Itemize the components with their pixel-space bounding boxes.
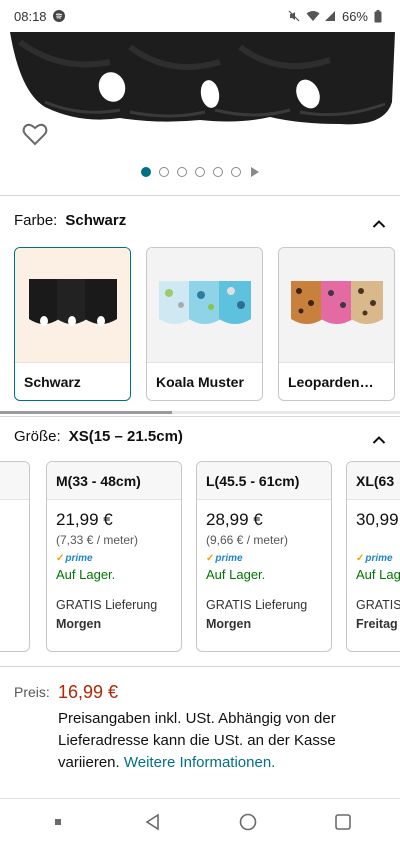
size-option-shipping: GRATIS Lieferung <box>56 598 158 612</box>
prime-badge: ✓ prime <box>56 553 93 564</box>
system-nav-bar <box>0 798 400 845</box>
size-label: Größe: <box>14 428 61 445</box>
color-thumbnail <box>15 248 130 363</box>
color-option-label: Koala Muster <box>147 362 262 400</box>
chevron-up-icon[interactable] <box>372 216 386 228</box>
color-selector-header[interactable]: Farbe: Schwarz <box>14 212 386 229</box>
prime-check-icon: ✓ <box>356 553 365 564</box>
mute-icon <box>288 10 300 22</box>
product-image[interactable] <box>0 32 400 190</box>
product-photo <box>10 32 395 125</box>
gallery-dot-6[interactable] <box>231 167 241 177</box>
battery-percent: 66% <box>341 8 368 24</box>
size-selected-value: XS(15 – 21.5cm) <box>68 428 183 445</box>
size-option-unit-price <box>356 533 400 547</box>
size-option-unit-price: (7,33 € / meter) <box>56 533 139 547</box>
size-option-header <box>0 462 29 500</box>
recents-icon[interactable] <box>332 811 354 833</box>
price-note: Preisangaben inkl. USt. Abhängig von der… <box>58 708 378 774</box>
spotify-icon <box>52 10 65 22</box>
gallery-dot-3[interactable] <box>177 167 187 177</box>
wifi-icon <box>306 10 320 22</box>
size-option-name: M(33 - 48cm) <box>47 462 181 500</box>
size-option-xl[interactable]: XL(63 30,99 ✓ prime Auf Lag GRATIS Freita… <box>346 461 400 652</box>
chevron-up-icon[interactable] <box>372 432 386 444</box>
color-option-leopard[interactable]: Leoparden… <box>278 247 395 401</box>
price-label: Preis: <box>14 684 50 700</box>
color-option-koala[interactable]: Koala Muster <box>146 247 263 401</box>
back-icon[interactable] <box>142 811 164 833</box>
size-option-price: 28,99 € <box>206 510 263 529</box>
size-option-shipping: GRATIS Lieferung <box>206 598 308 612</box>
size-selector-header[interactable]: Größe: XS(15 – 21.5cm) <box>14 428 386 445</box>
color-options: Schwarz Koala Muster Leoparden… <box>14 247 395 401</box>
color-selected-value: Schwarz <box>65 212 127 229</box>
prime-badge: ✓ prime <box>206 553 243 564</box>
gallery-dot-2[interactable] <box>159 167 169 177</box>
size-option-partial[interactable] <box>0 461 30 652</box>
size-option-name: XL(63 <box>347 462 400 500</box>
gallery-dot-1[interactable] <box>141 167 151 177</box>
size-option-stock: Auf Lager. <box>206 567 266 582</box>
prime-badge: ✓ prime <box>356 553 393 564</box>
gallery-dot-4[interactable] <box>195 167 205 177</box>
color-thumbnail <box>279 248 394 363</box>
color-label: Farbe: <box>14 212 58 229</box>
gallery-video-play-icon[interactable] <box>251 167 259 177</box>
gallery-dot-5[interactable] <box>213 167 223 177</box>
battery-icon <box>374 10 386 23</box>
status-bar: 08:18 66% <box>0 0 400 32</box>
size-option-delivery-day: Freitag <box>356 617 398 631</box>
price-value: 16,99 € <box>58 682 119 702</box>
wishlist-heart-icon[interactable] <box>22 122 48 146</box>
color-thumbnail <box>147 248 262 363</box>
size-options: M(33 - 48cm) 21,99 € (7,33 € / meter) ✓ p… <box>0 461 400 652</box>
status-time: 08:18 <box>14 8 47 24</box>
prime-check-icon: ✓ <box>56 553 65 564</box>
size-option-name: L(45.5 - 61cm) <box>197 462 331 500</box>
divider <box>0 195 400 196</box>
divider <box>0 666 400 667</box>
color-option-label: Leoparden… <box>279 362 394 400</box>
prime-check-icon: ✓ <box>206 553 215 564</box>
size-option-delivery-day: Morgen <box>56 617 102 631</box>
size-option-l[interactable]: L(45.5 - 61cm) 28,99 € (9,66 € / meter) … <box>196 461 332 652</box>
home-icon[interactable] <box>237 811 259 833</box>
size-option-stock: Auf Lag <box>356 567 400 582</box>
size-option-price: 30,99 <box>356 510 399 529</box>
size-option-stock: Auf Lager. <box>56 567 116 582</box>
color-scrollbar-thumb[interactable] <box>0 411 172 414</box>
size-option-shipping: GRATIS <box>356 598 400 612</box>
size-option-price: 21,99 € <box>56 510 113 529</box>
size-option-delivery-day: Morgen <box>206 617 252 631</box>
color-scrollbar[interactable] <box>0 411 400 414</box>
signal-icon <box>324 10 336 22</box>
divider <box>0 416 400 417</box>
size-option-unit-price: (9,66 € / meter) <box>206 533 289 547</box>
gallery-dots <box>0 167 400 177</box>
size-option-m[interactable]: M(33 - 48cm) 21,99 € (7,33 € / meter) ✓ p… <box>46 461 182 652</box>
more-info-link[interactable]: Weitere Informationen. <box>124 754 275 771</box>
color-option-schwarz[interactable]: Schwarz <box>14 247 131 401</box>
menu-dot-icon[interactable] <box>47 811 69 833</box>
color-option-label: Schwarz <box>15 362 130 400</box>
